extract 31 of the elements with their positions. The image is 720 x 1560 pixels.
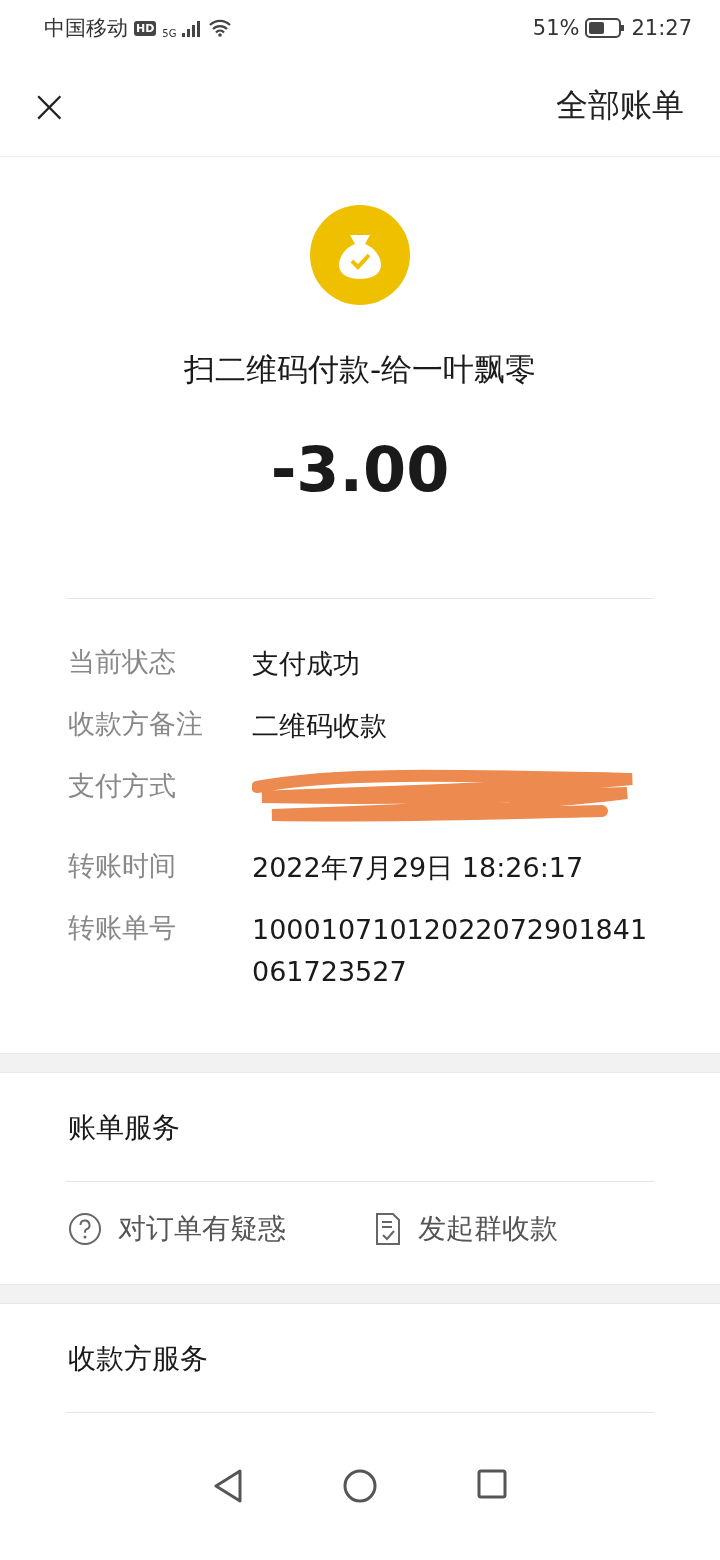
detail-label: 转账时间 (68, 849, 177, 883)
network-type: 5G (162, 28, 177, 39)
recents-icon[interactable] (477, 1469, 507, 1499)
carrier-name: 中国移动 (44, 15, 128, 42)
detail-label: 转账单号 (68, 911, 177, 945)
payment-title: 扫二维码付款-给一叶飘零 (183, 350, 537, 389)
detail-label: 收款方备注 (68, 707, 204, 741)
money-bag-icon (310, 205, 410, 305)
all-bills-link[interactable]: 全部账单 (556, 84, 684, 128)
battery-icon (585, 18, 626, 38)
back-icon[interactable] (213, 1469, 243, 1503)
detail-value: 支付成功 (252, 647, 361, 681)
home-icon[interactable] (343, 1469, 377, 1503)
close-button[interactable]: × (26, 83, 73, 129)
service-action[interactable]: 对订单有疑惑 (68, 1210, 286, 1248)
detail-value: 2022年7月29日 18:26:17 (252, 851, 585, 885)
help-icon (68, 1212, 102, 1246)
clock-time: 21:27 (631, 16, 692, 40)
detail-value: 二维码收款 (252, 709, 388, 743)
detail-value: 10001071012022072901841061723527 (252, 913, 649, 989)
payment-amount: -3.00 (270, 433, 450, 506)
wifi-icon (208, 19, 233, 37)
battery-percent: 51% (532, 16, 580, 40)
section-title: 收款方服务 (67, 1341, 209, 1377)
detail-label: 支付方式 (68, 769, 177, 803)
hd-badge: HD (134, 20, 157, 36)
section-title: 账单服务 (67, 1110, 181, 1146)
document-check-icon (374, 1212, 402, 1246)
service-action[interactable]: 发起群收款 (374, 1210, 558, 1248)
detail-label: 当前状态 (68, 645, 177, 679)
signal-icon (182, 19, 203, 37)
